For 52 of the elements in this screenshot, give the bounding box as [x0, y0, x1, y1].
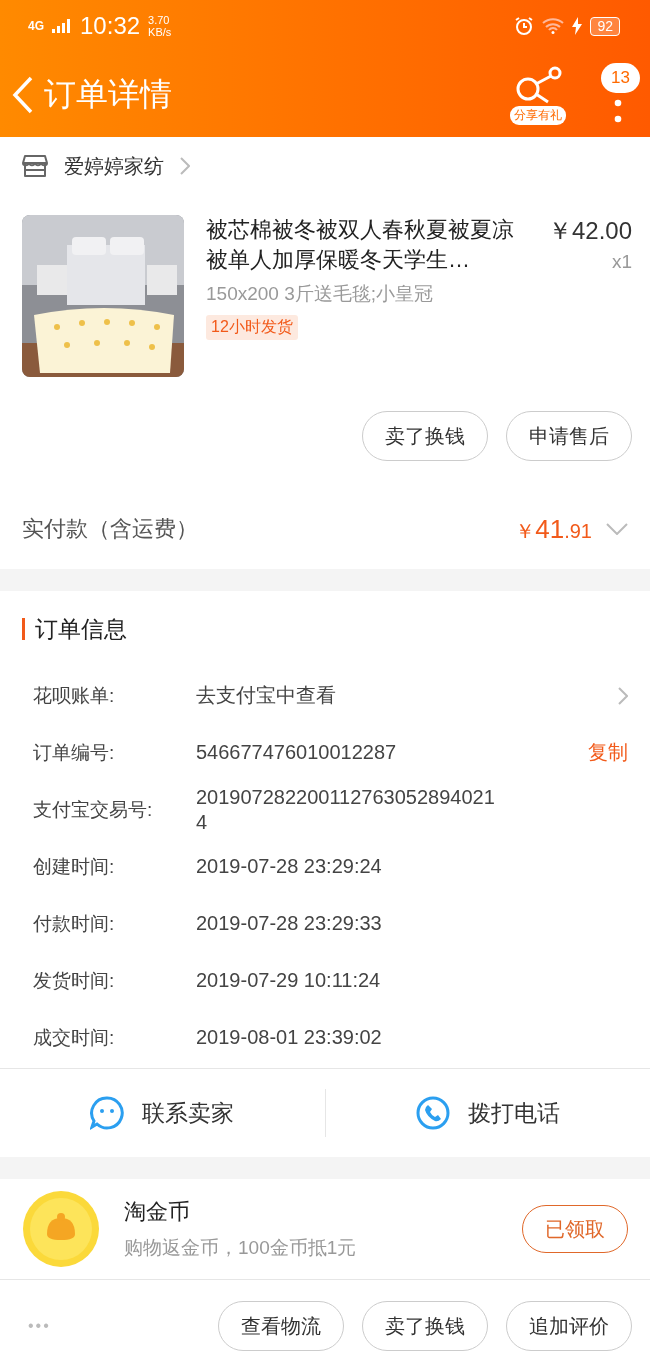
network-indicator: 4G: [28, 19, 44, 33]
info-label: 创建时间:: [33, 854, 116, 879]
info-value: 546677476010012287: [196, 740, 398, 765]
coins-title: 淘金币: [124, 1198, 191, 1226]
action-button[interactable]: 查看物流: [218, 1301, 344, 1351]
info-label: 付款时间:: [33, 911, 116, 936]
action-button[interactable]: 申请售后: [506, 411, 632, 461]
info-label: 订单编号:: [33, 740, 116, 765]
section-title: 订单信息: [35, 614, 127, 644]
chevron-down-icon[interactable]: [606, 523, 628, 535]
info-label: 发货时间:: [33, 968, 116, 993]
product-spec: 150x200 3斤送毛毯;小皇冠: [206, 282, 434, 306]
wifi-icon: [542, 18, 565, 34]
paid-amount: ￥41.91: [515, 513, 592, 545]
shipping-tag: 12小时发货: [206, 315, 298, 340]
info-value: 2019-07-28 23:29:33: [196, 911, 383, 936]
alarm-icon: [514, 16, 535, 36]
chevron-right-icon[interactable]: [618, 686, 628, 705]
info-label: 花呗账单:: [33, 683, 116, 708]
speed-value: 3.70: [148, 14, 171, 26]
action-button[interactable]: 卖了换钱: [362, 1301, 488, 1351]
back-icon[interactable]: [12, 75, 34, 114]
product-title[interactable]: 被芯棉被冬被双人春秋夏被夏凉被单人加厚保暖冬天学生…: [206, 215, 518, 275]
info-value: 2019-07-28 23:29:24: [196, 854, 383, 879]
info-label: 成交时间:: [33, 1025, 116, 1050]
contact-button[interactable]: 联系卖家: [142, 1097, 235, 1129]
clock-time: 10:32: [80, 12, 141, 40]
info-value: 2019-07-29 10:11:24: [196, 968, 382, 993]
more-icon[interactable]: [614, 98, 622, 125]
message-badge: 13: [601, 62, 640, 93]
chat-icon[interactable]: [90, 1096, 125, 1130]
info-value: 2019-08-01 23:39:02: [196, 1025, 383, 1050]
battery-icon: 92: [590, 16, 620, 36]
product-quantity: x1: [611, 251, 632, 273]
phone-icon[interactable]: [415, 1096, 450, 1130]
info-value[interactable]: 去支付宝中查看: [196, 683, 502, 708]
shop-name[interactable]: 爱婷婷家纺: [64, 152, 164, 180]
coins-subtitle: 购物返金币，100金币抵1元: [124, 1236, 358, 1260]
action-button[interactable]: 追加评价: [506, 1301, 632, 1351]
store-icon: [22, 154, 48, 178]
signal-icon: [52, 19, 72, 33]
info-value: 2019072822001127630528940214: [196, 784, 496, 835]
paid-amount-label: 实付款（含运费）: [22, 515, 199, 543]
info-label: 支付宝交易号:: [33, 797, 154, 822]
speed-unit: KB/s: [148, 26, 172, 38]
page-title: 订单详情: [44, 74, 173, 114]
charging-icon: [572, 17, 583, 35]
coin-icon: [22, 1190, 100, 1268]
chevron-right-icon: [180, 157, 190, 175]
contact-button[interactable]: 拨打电话: [467, 1097, 560, 1129]
product-price: ￥42.00: [547, 216, 632, 246]
action-button[interactable]: 卖了换钱: [362, 411, 488, 461]
